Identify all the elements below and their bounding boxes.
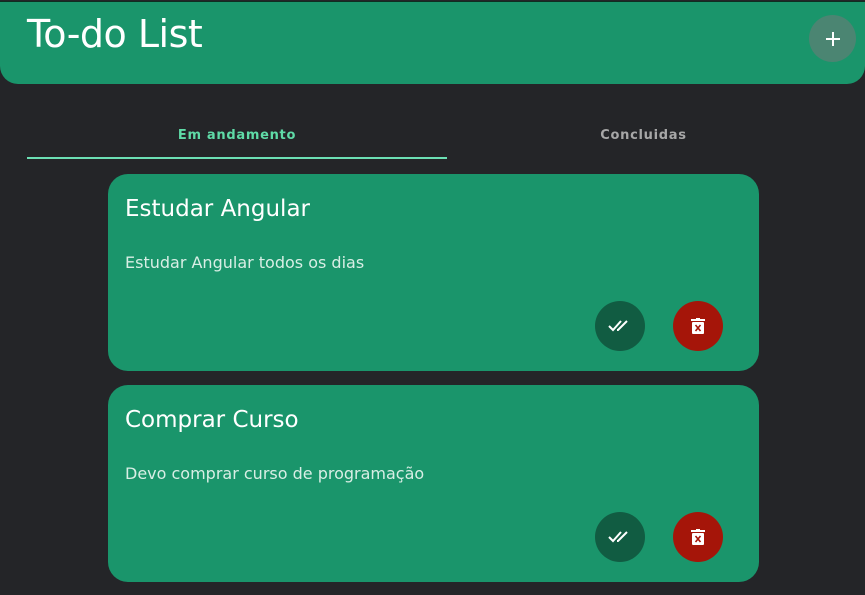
task-title: Estudar Angular	[125, 196, 310, 222]
app-header: To-do List	[0, 1, 865, 84]
task-description: Estudar Angular todos os dias	[125, 253, 365, 272]
tab-label: Em andamento	[177, 127, 297, 143]
trash-icon	[691, 529, 705, 545]
trash-icon	[691, 318, 705, 334]
tab-em-andamento[interactable]: Em andamento	[27, 110, 447, 160]
double-check-icon	[608, 319, 632, 333]
complete-task-button[interactable]	[595, 301, 645, 351]
app-page: To-do List Em andamento Concluidas Estud…	[0, 0, 865, 595]
task-tabs: Em andamento Concluidas	[27, 110, 840, 160]
app-title: To-do List	[27, 12, 203, 56]
task-title: Comprar Curso	[125, 407, 299, 433]
task-card: Comprar Curso Devo comprar curso de prog…	[108, 385, 759, 582]
complete-task-button[interactable]	[595, 512, 645, 562]
task-description: Devo comprar curso de programação	[125, 464, 425, 483]
active-tab-indicator	[27, 157, 447, 159]
delete-task-button[interactable]	[673, 301, 723, 351]
tab-label: Concluidas	[600, 127, 687, 143]
delete-task-button[interactable]	[673, 512, 723, 562]
plus-icon	[824, 30, 842, 48]
double-check-icon	[608, 530, 632, 544]
task-card: Estudar Angular Estudar Angular todos os…	[108, 174, 759, 371]
tab-concluidas[interactable]: Concluidas	[447, 110, 840, 160]
add-task-button[interactable]	[809, 15, 856, 62]
